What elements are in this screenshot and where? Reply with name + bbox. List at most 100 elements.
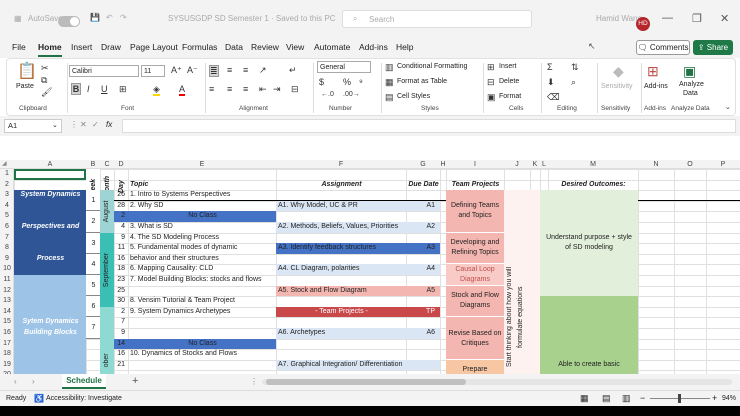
- font-name-box[interactable]: Calibri: [69, 65, 139, 77]
- close-icon[interactable]: ✕: [720, 12, 729, 25]
- column-header[interactable]: I: [446, 160, 504, 169]
- redo-icon[interactable]: ↷: [120, 13, 127, 22]
- comments-button[interactable]: 🗨 Comments: [636, 40, 690, 55]
- delete-cells-button[interactable]: Delete: [499, 78, 519, 85]
- align-right-icon[interactable]: ≡: [243, 84, 248, 94]
- sheet-tab-schedule[interactable]: Schedule: [62, 374, 106, 389]
- column-header[interactable]: D: [114, 160, 128, 169]
- column-header[interactable]: A: [14, 160, 86, 169]
- share-button[interactable]: ⇪ Share: [693, 40, 733, 55]
- copy-icon[interactable]: ⧉: [41, 75, 47, 85]
- decrease-indent-icon[interactable]: ⇤: [259, 84, 267, 94]
- fill-icon[interactable]: ⬇: [547, 77, 555, 87]
- select-all-icon[interactable]: ◢: [2, 160, 7, 167]
- ribbon-collapse-icon[interactable]: ⌄: [725, 103, 731, 113]
- align-middle-icon[interactable]: ≡: [227, 65, 232, 75]
- number-format-box[interactable]: General: [317, 61, 371, 73]
- column-header[interactable]: L: [540, 160, 548, 169]
- tab-automate[interactable]: Automate: [314, 42, 350, 52]
- borders-icon[interactable]: ⊞: [119, 84, 127, 94]
- column-header[interactable]: B: [86, 160, 100, 169]
- cut-icon[interactable]: ✂: [41, 63, 49, 73]
- column-header[interactable]: G: [406, 160, 440, 169]
- sensitivity-button[interactable]: Sensitivity: [601, 83, 633, 90]
- cell-styles-button[interactable]: Cell Styles: [397, 93, 430, 100]
- tab-review[interactable]: Review: [251, 42, 279, 52]
- next-sheet-icon[interactable]: ›: [32, 377, 35, 386]
- italic-icon[interactable]: I: [87, 84, 90, 94]
- bold-icon[interactable]: B: [71, 83, 81, 95]
- paste-label[interactable]: Paste: [16, 83, 34, 90]
- tab-page-layout[interactable]: Page Layout: [130, 42, 178, 52]
- insert-function-icon[interactable]: fx: [106, 120, 112, 129]
- conditional-formatting-button[interactable]: Conditional Formatting: [397, 63, 467, 70]
- column-header[interactable]: N: [638, 160, 674, 169]
- font-color-icon[interactable]: A: [179, 84, 186, 96]
- format-cells-button[interactable]: Format: [499, 93, 521, 100]
- column-header[interactable]: J: [504, 160, 530, 169]
- tab-draw[interactable]: Draw: [101, 42, 121, 52]
- autosum-icon[interactable]: Σ: [547, 62, 553, 72]
- comma-icon[interactable]: ⁹: [359, 77, 363, 87]
- fill-color-icon[interactable]: ◈: [153, 84, 160, 96]
- find-select-icon[interactable]: ⌕: [571, 77, 576, 87]
- paste-icon[interactable]: 📋: [17, 63, 37, 81]
- row-header[interactable]: 17: [0, 339, 14, 350]
- tab-help[interactable]: Help: [396, 42, 413, 52]
- tab-insert[interactable]: Insert: [71, 42, 92, 52]
- align-left-icon[interactable]: ≡: [209, 84, 214, 94]
- row-header[interactable]: 4: [0, 201, 14, 212]
- zoom-in-icon[interactable]: +: [712, 393, 717, 403]
- percent-icon[interactable]: %: [343, 77, 351, 87]
- increase-indent-icon[interactable]: ⇥: [273, 84, 281, 94]
- row-header[interactable]: 11: [0, 275, 14, 286]
- normal-view-icon[interactable]: ▦: [580, 393, 589, 404]
- clear-icon[interactable]: ⌫: [547, 92, 560, 102]
- page-break-view-icon[interactable]: ▥: [622, 393, 631, 404]
- increase-decimal-icon[interactable]: ←.0: [321, 90, 334, 100]
- zoom-level[interactable]: 94%: [722, 395, 736, 402]
- save-icon[interactable]: 💾: [90, 13, 100, 22]
- font-size-box[interactable]: 11: [141, 65, 165, 77]
- align-top-icon[interactable]: ≣: [209, 65, 219, 77]
- row-header[interactable]: 9: [0, 254, 14, 265]
- search-input[interactable]: Search: [369, 15, 394, 24]
- merge-center-icon[interactable]: ⊟: [291, 84, 299, 94]
- column-header[interactable]: C: [100, 160, 114, 169]
- enter-icon[interactable]: ✓: [92, 120, 99, 129]
- sort-filter-icon[interactable]: ⇅: [571, 62, 579, 72]
- tab-add-ins[interactable]: Add-ins: [359, 42, 388, 52]
- tab-file[interactable]: File: [12, 42, 26, 52]
- currency-icon[interactable]: $: [319, 77, 324, 87]
- column-header[interactable]: K: [530, 160, 540, 169]
- minimize-icon[interactable]: —: [662, 12, 673, 24]
- cancel-icon[interactable]: ✕: [80, 120, 87, 129]
- horizontal-scrollbar[interactable]: [262, 379, 732, 385]
- row-header[interactable]: 15: [0, 317, 14, 328]
- row-header[interactable]: 19: [0, 360, 14, 371]
- analyze-line1[interactable]: Analyze: [679, 81, 704, 88]
- row-header[interactable]: 7: [0, 233, 14, 244]
- column-header[interactable]: E: [128, 160, 276, 169]
- column-header[interactable]: P: [706, 160, 740, 169]
- row-header[interactable]: 13: [0, 296, 14, 307]
- undo-icon[interactable]: ↶: [106, 13, 113, 22]
- tab-data[interactable]: Data: [225, 42, 243, 52]
- orientation-icon[interactable]: ↗: [259, 65, 267, 75]
- spreadsheet-grid[interactable]: ◢ A B C D E F G H I J K L M N O P 1 2 3 4 5 6 7 8 9 10 11 12 13 14 15 1…: [0, 160, 740, 374]
- add-sheet-icon[interactable]: +: [132, 375, 138, 387]
- wrap-text-icon[interactable]: ↵: [289, 65, 297, 75]
- column-header[interactable]: M: [548, 160, 638, 169]
- row-header[interactable]: 5: [0, 211, 14, 222]
- tab-home[interactable]: Home: [38, 42, 62, 57]
- row-header[interactable]: 3: [0, 190, 14, 201]
- analyze-line2[interactable]: Data: [683, 90, 698, 97]
- decrease-decimal-icon[interactable]: .00→: [343, 90, 360, 100]
- page-layout-view-icon[interactable]: ▤: [602, 393, 611, 404]
- align-center-icon[interactable]: ≡: [227, 84, 232, 94]
- search-box[interactable]: ⌕ Search: [342, 10, 532, 28]
- add-ins-button[interactable]: Add-ins: [644, 83, 668, 90]
- row-header[interactable]: 12: [0, 286, 14, 297]
- accessibility-status[interactable]: Accessibility: Investigate: [46, 395, 122, 402]
- name-box-dropdown-icon[interactable]: ⌄: [52, 121, 58, 129]
